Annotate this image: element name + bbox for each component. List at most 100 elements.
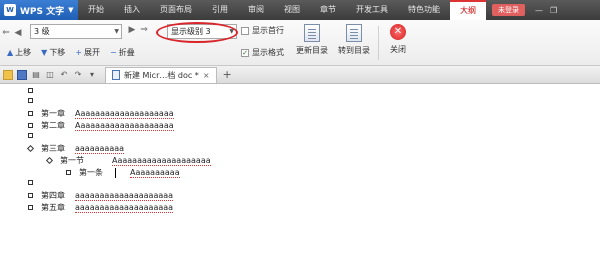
open-folder-icon[interactable] [3, 69, 13, 80]
document-tab[interactable]: 新建 Micr…档 doc * × [105, 66, 217, 83]
menu-home[interactable]: 开始 [78, 0, 114, 20]
outline-empty-para[interactable] [28, 98, 41, 103]
menu-features[interactable]: 特色功能 [398, 0, 450, 20]
paragraph-marker-icon [28, 123, 33, 128]
paragraph-marker-icon [28, 98, 33, 103]
update-toc-label: 更新目录 [296, 46, 328, 55]
demote-to-body-icon[interactable]: ⇒ [138, 25, 150, 35]
heading-label: 第一节 [60, 156, 84, 165]
heading-text: Aaaaaaaaaaaaaaaaaaaa [112, 155, 211, 166]
print-icon[interactable]: ▤ [31, 70, 41, 80]
outline-item-ch1[interactable]: 第一章 Aaaaaaaaaaaaaaaaaaaa [28, 108, 174, 119]
heading-label: 第五章 [41, 203, 65, 212]
restore-icon[interactable]: ❐ [550, 6, 557, 15]
app-name: WPS 文字 [20, 6, 65, 17]
redo-icon[interactable]: ↷ [73, 70, 83, 80]
heading-text: Aaaaaaaaaa [130, 167, 180, 178]
plus-icon: + [75, 48, 83, 57]
move-up-button[interactable]: ▲ 上移 [4, 47, 34, 58]
promote-icon[interactable]: ◀ [12, 28, 24, 38]
paragraph-marker-icon [66, 170, 71, 175]
close-label: 关闭 [390, 45, 406, 54]
move-down-button[interactable]: ▼ 下移 [38, 47, 68, 58]
menu-developer[interactable]: 开发工具 [346, 0, 398, 20]
show-first-line-label: 显示首行 [252, 26, 284, 35]
outline-item-ch5[interactable]: 第五章 aaaaaaaaaaaaaaaaaaaa [28, 202, 174, 213]
collapse-button[interactable]: − 折叠 [107, 47, 138, 58]
wps-logo-icon: W [4, 4, 16, 16]
chevron-down-icon: ▼ [68, 6, 74, 14]
update-toc-icon [304, 24, 320, 42]
outline-empty-para[interactable] [28, 133, 41, 138]
new-tab-button[interactable]: + [223, 68, 232, 81]
move-down-label: 下移 [49, 48, 66, 57]
outline-empty-para[interactable] [28, 180, 41, 185]
save-icon[interactable] [17, 69, 27, 80]
heading-label: 第一条 [79, 168, 103, 177]
heading-label: 第三章 [41, 144, 65, 153]
demote-icon[interactable]: ▶ [126, 25, 138, 35]
undo-icon[interactable]: ↶ [59, 70, 69, 80]
minimize-icon[interactable]: — [535, 6, 543, 15]
outline-item-ch4[interactable]: 第四章 aaaaaaaaaaaaaaaaaaaa [28, 190, 174, 201]
paragraph-marker-icon [28, 193, 33, 198]
heading-text: aaaaaaaaaaaaaaaaaaaa [75, 190, 174, 201]
goto-toc-button[interactable]: 转到目录 [334, 24, 374, 62]
menu-page-layout[interactable]: 页面布局 [150, 0, 202, 20]
menu-view[interactable]: 视图 [274, 0, 310, 20]
title-bar: W WPS 文字 ▼ 开始 插入 页面布局 引用 审阅 视图 章节 开发工具 特… [0, 0, 600, 20]
paragraph-marker-icon [28, 133, 33, 138]
heading-text: Aaaaaaaaaaaaaaaaaaaa [75, 120, 174, 131]
outline-item-sec1[interactable]: 第一节 Aaaaaaaaaaaaaaaaaaaa [45, 155, 211, 166]
level-controls: ⇐ ◀ [0, 25, 24, 41]
outline-item-ch2[interactable]: 第二章 Aaaaaaaaaaaaaaaaaaaa [28, 120, 174, 131]
chevron-down-icon[interactable]: ▾ [87, 70, 97, 80]
expandable-marker-icon[interactable] [26, 144, 35, 153]
chevron-down-icon: ▼ [114, 28, 119, 35]
expandable-marker-icon[interactable] [45, 156, 54, 165]
close-tab-icon[interactable]: × [203, 71, 210, 80]
heading-label: 第二章 [41, 121, 65, 130]
menu-sections[interactable]: 章节 [310, 0, 346, 20]
document-icon [112, 70, 120, 80]
app-menu-button[interactable]: W WPS 文字 ▼ [0, 0, 78, 20]
show-format-checkbox[interactable]: ✓ 显示格式 [241, 47, 284, 58]
outline-empty-para[interactable] [28, 88, 41, 93]
document-tab-strip: ▤ ◫ ↶ ↷ ▾ 新建 Micr…档 doc * × + [0, 66, 600, 84]
outline-level-value: 3 级 [34, 27, 50, 36]
paragraph-marker-icon [28, 88, 33, 93]
arrow-down-icon: ▼ [41, 48, 48, 57]
heading-label: 第四章 [41, 191, 65, 200]
outline-item-art1[interactable]: 第一条 Aaaaaaaaaa [66, 167, 180, 178]
menu-bar: 开始 插入 页面布局 引用 审阅 视图 章节 开发工具 特色功能 大纲 [78, 0, 486, 20]
show-first-line-checkbox[interactable]: 显示首行 [241, 25, 284, 36]
menu-insert[interactable]: 插入 [114, 0, 150, 20]
outline-level-select[interactable]: 3 级 ▼ [30, 24, 122, 39]
move-controls: ▲ 上移 ▼ 下移 + 展开 − 折叠 [4, 47, 138, 58]
menu-review[interactable]: 审阅 [238, 0, 274, 20]
outline-document[interactable]: 第一章 Aaaaaaaaaaaaaaaaaaaa 第二章 Aaaaaaaaaaa… [0, 85, 600, 264]
heading-text: aaaaaaaaaaaaaaaaaaaa [75, 202, 174, 213]
login-button[interactable]: 未登录 [492, 4, 525, 16]
demote-controls: ▶ ⇒ [126, 25, 150, 35]
checkbox-unchecked-icon [241, 26, 249, 35]
paragraph-marker-icon [28, 180, 33, 185]
menu-outline[interactable]: 大纲 [450, 0, 486, 20]
heading-text: aaaaaaaaaa [75, 143, 125, 154]
quick-access-toolbar: ▤ ◫ ↶ ↷ ▾ [0, 69, 97, 80]
promote-to-heading1-icon[interactable]: ⇐ [0, 28, 12, 38]
checkbox-checked-icon: ✓ [241, 48, 249, 57]
menu-references[interactable]: 引用 [202, 0, 238, 20]
close-outline-button[interactable]: ✕ 关闭 [378, 24, 418, 62]
highlight-annotation-ellipse [156, 22, 238, 43]
outline-item-ch3[interactable]: 第三章 aaaaaaaaaa [26, 143, 125, 154]
text-cursor [115, 167, 116, 178]
paragraph-marker-icon [28, 205, 33, 210]
paragraph-marker-icon [28, 111, 33, 116]
expand-button[interactable]: + 展开 [72, 47, 103, 58]
minus-icon: − [110, 48, 117, 57]
print-preview-icon[interactable]: ◫ [45, 70, 55, 80]
update-toc-button[interactable]: 更新目录 [292, 24, 332, 62]
expand-label: 展开 [84, 48, 101, 57]
heading-text: Aaaaaaaaaaaaaaaaaaaa [75, 108, 174, 119]
